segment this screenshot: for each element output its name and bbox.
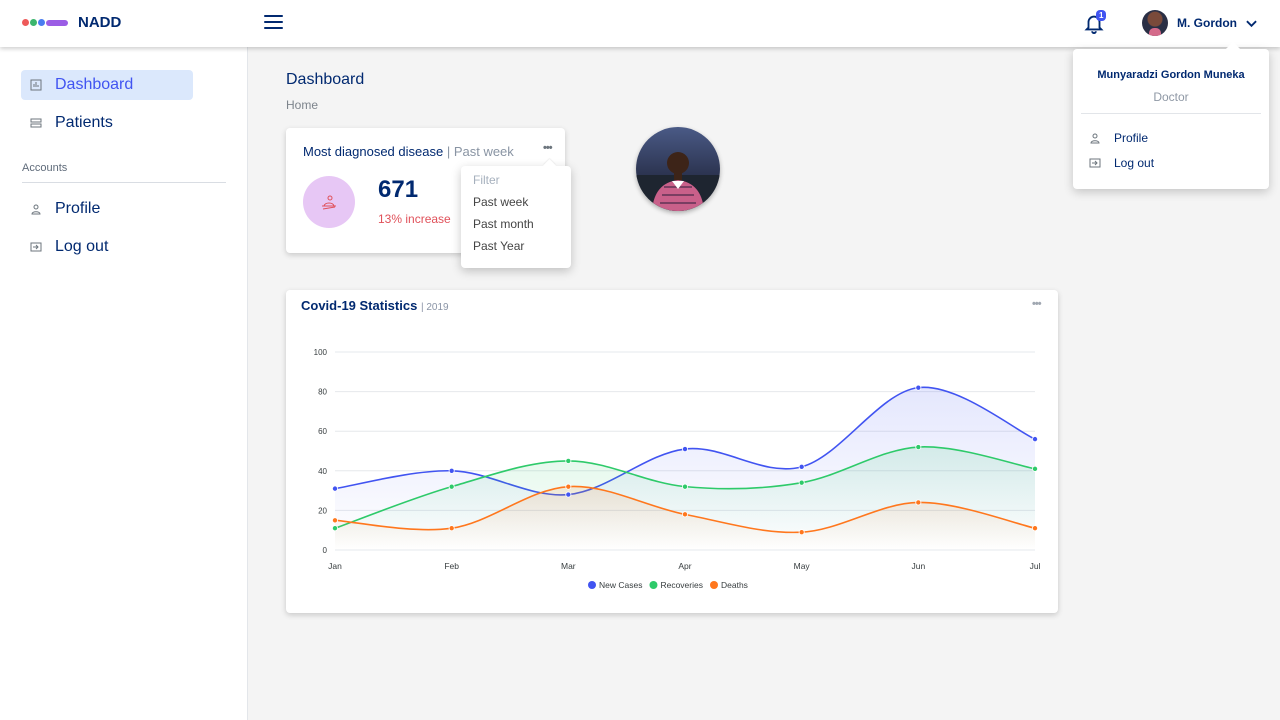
profile-full-name: Munyaradzi Gordon Muneka	[1097, 69, 1245, 81]
profile-menu-profile[interactable]: Profile	[1089, 131, 1148, 145]
x-tick-label: Jan	[328, 561, 342, 571]
x-tick-label: Jun	[911, 561, 925, 571]
data-point	[332, 485, 339, 492]
disease-card-period: | Past week	[446, 144, 514, 159]
profile-role: Doctor	[1153, 90, 1189, 104]
y-tick-label: 100	[314, 348, 328, 357]
dashboard-icon	[30, 79, 42, 91]
profile-menu-logout[interactable]: Log out	[1089, 156, 1154, 170]
covid-stats-card: Covid-19 Statistics | 2019 ••• 0 20 40 60 80…	[286, 290, 1058, 613]
user-short-name: M. Gordon	[1177, 16, 1237, 30]
legend-label: Deaths	[721, 580, 748, 590]
y-tick-label: 80	[318, 388, 327, 397]
sidebar: Dashboard Patients Accounts Profile Log …	[0, 47, 248, 720]
sidebar-item-label: Profile	[55, 200, 101, 217]
sidebar-heading-accounts: Accounts	[22, 162, 68, 174]
logo-bar	[46, 19, 68, 26]
disease-increase: 13% increase	[378, 212, 451, 226]
data-point	[915, 444, 922, 451]
logo-dot-green	[30, 19, 37, 26]
menu-toggle-icon[interactable]	[264, 15, 283, 29]
profile-menu-label: Profile	[1114, 131, 1149, 145]
legend-marker	[710, 581, 718, 589]
sidebar-item-profile[interactable]: Profile	[21, 194, 193, 224]
y-tick-label: 20	[318, 506, 327, 515]
data-point	[448, 467, 455, 474]
legend-marker	[649, 581, 658, 589]
legend-marker	[588, 581, 596, 589]
filter-dropdown: Filter Past week Past month Past Year	[461, 166, 571, 268]
data-point	[565, 491, 572, 498]
data-point	[915, 384, 922, 391]
filter-option-past-year[interactable]: Past Year	[473, 239, 524, 253]
profile-photo	[636, 127, 720, 211]
data-point	[798, 529, 805, 536]
data-point	[798, 479, 805, 486]
avatar	[1142, 10, 1168, 36]
data-point	[681, 483, 688, 490]
filter-heading: Filter	[473, 173, 500, 187]
profile-dropdown: Munyaradzi Gordon Muneka Doctor Profile …	[1073, 49, 1269, 189]
sidebar-item-label: Patients	[55, 114, 113, 131]
x-tick-label: Apr	[678, 561, 691, 571]
legend-label: New Cases	[599, 580, 642, 590]
sidebar-item-patients[interactable]: Patients	[21, 108, 193, 138]
data-point	[681, 511, 688, 518]
sidebar-item-dashboard[interactable]: Dashboard	[21, 70, 193, 100]
logout-icon	[1089, 157, 1101, 169]
data-point	[565, 457, 572, 464]
more-options-icon[interactable]: •••	[543, 142, 553, 154]
x-tick-label: Feb	[444, 561, 459, 571]
page-title: Dashboard	[286, 71, 365, 88]
person-icon	[1089, 132, 1101, 144]
filter-option-past-week[interactable]: Past week	[473, 195, 528, 209]
top-header: NADD 1 M. Gordon	[0, 0, 1280, 47]
data-point	[915, 499, 922, 506]
logout-icon	[30, 241, 42, 253]
data-point	[1032, 525, 1039, 532]
y-tick-label: 0	[323, 546, 328, 555]
x-tick-label: Jul	[1030, 561, 1041, 571]
disease-card-title-text: Most diagnosed disease	[303, 144, 444, 159]
legend-label: Recoveries	[660, 580, 703, 590]
sidebar-divider	[22, 182, 226, 183]
covid-area-chart: 0 20 40 60 80 100 Jan Feb Mar Apr May Jun Jul New Cas…	[314, 348, 1041, 590]
logo-dot-blue	[38, 19, 45, 26]
disease-count: 671	[378, 176, 419, 203]
data-point	[565, 483, 572, 490]
sidebar-item-label: Dashboard	[55, 76, 134, 93]
layers-icon	[30, 117, 42, 129]
notification-badge: 1	[1096, 10, 1107, 21]
user-menu-button[interactable]: M. Gordon	[1142, 10, 1257, 36]
data-point	[798, 463, 805, 470]
sidebar-item-label: Log out	[55, 238, 109, 255]
filter-option-past-month[interactable]: Past month	[473, 217, 534, 231]
y-tick-label: 40	[318, 467, 327, 476]
data-point	[448, 483, 455, 490]
data-point	[332, 525, 339, 532]
disease-card-title: Most diagnosed disease | Past week	[303, 144, 514, 159]
data-point	[448, 525, 455, 532]
disease-icon	[303, 176, 355, 228]
breadcrumb-home[interactable]: Home	[286, 98, 318, 112]
data-point	[332, 517, 339, 524]
data-point	[1032, 436, 1039, 443]
profile-divider	[1081, 113, 1261, 114]
x-tick-label: May	[794, 561, 811, 571]
y-tick-label: 60	[318, 427, 327, 436]
chevron-down-icon	[1246, 20, 1257, 27]
logo-dot-red	[22, 19, 29, 26]
data-point	[681, 446, 688, 453]
x-tick-label: Mar	[561, 561, 576, 571]
brand-name[interactable]: NADD	[78, 14, 121, 31]
logo[interactable]	[22, 19, 69, 26]
profile-menu-label: Log out	[1114, 156, 1155, 170]
person-icon	[30, 203, 42, 215]
sidebar-item-logout[interactable]: Log out	[21, 232, 193, 262]
data-point	[1032, 465, 1039, 472]
